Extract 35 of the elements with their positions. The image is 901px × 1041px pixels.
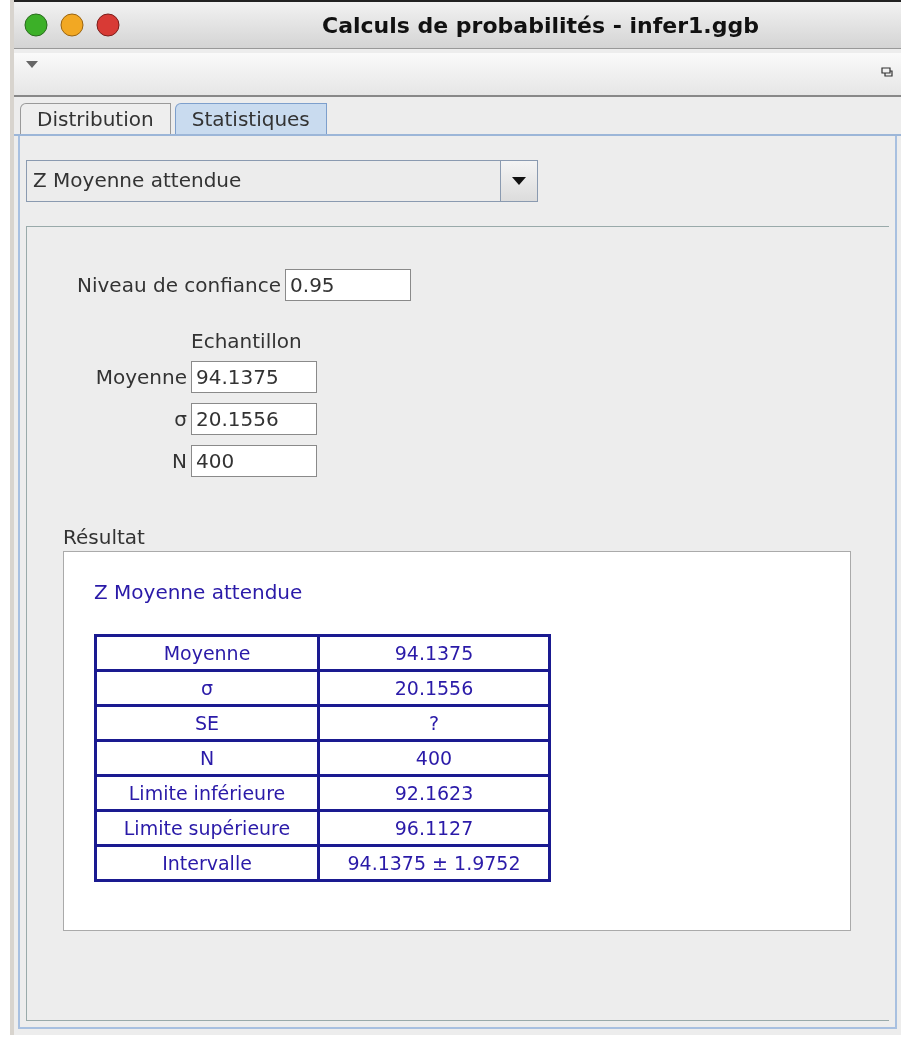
table-cell: Limite supérieure: [95, 810, 319, 846]
window-restore-icon[interactable]: [881, 67, 893, 77]
table-cell: 20.1556: [318, 670, 550, 706]
section-label: Résultat: [63, 525, 146, 549]
input-field[interactable]: 400: [191, 445, 317, 477]
table-cell: 94.1375: [318, 635, 550, 671]
table-cell: 92.1623: [318, 775, 550, 811]
table-cell: Moyenne: [95, 635, 319, 671]
field-label: Moyenne: [94, 365, 187, 389]
result-title: Z Moyenne attendue: [94, 580, 304, 604]
table-cell: N: [95, 740, 319, 776]
field-label: N: [171, 449, 187, 473]
caret-icon: [512, 177, 526, 185]
minimize-icon[interactable]: [60, 13, 84, 37]
input-field[interactable]: 0.95: [285, 269, 412, 301]
procedure-dropdown[interactable]: Z Moyenne attendue: [26, 160, 538, 202]
input-field[interactable]: 94.1375: [191, 361, 317, 393]
table-cell: 94.1375 ± 1.9752: [318, 845, 550, 881]
table-cell: Intervalle: [95, 845, 319, 881]
field-label: σ: [173, 407, 187, 431]
tab[interactable]: Distribution: [20, 103, 171, 134]
table-cell: σ: [95, 670, 319, 706]
maximize-icon[interactable]: [96, 13, 120, 37]
input-field[interactable]: 20.1556: [191, 403, 317, 435]
table-cell: 400: [318, 740, 550, 776]
table-cell: 96.1127: [318, 810, 550, 846]
field-label: Niveau de confiance: [77, 273, 282, 297]
column-heading: Echantillon: [191, 329, 303, 353]
close-icon[interactable]: [24, 13, 48, 37]
table-cell: ?: [318, 705, 550, 741]
tab[interactable]: Statistiques: [174, 103, 327, 134]
table-cell: SE: [95, 705, 319, 741]
table-cell: Limite inférieure: [95, 775, 319, 811]
window-title: Calculs de probabilités - infer1.ggb: [321, 12, 760, 38]
caret-icon[interactable]: [26, 61, 38, 68]
